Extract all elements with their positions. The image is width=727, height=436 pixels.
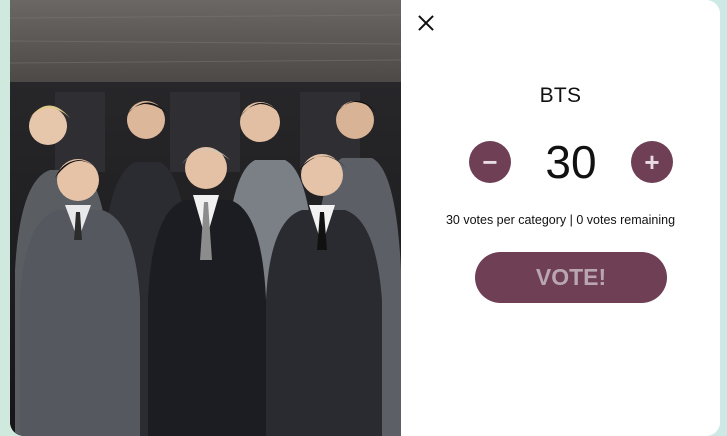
group-photo (10, 0, 401, 436)
vote-button[interactable]: VOTE! (475, 252, 667, 303)
decrement-button[interactable]: − (469, 141, 511, 183)
increment-button[interactable]: + (631, 141, 673, 183)
votes-info: 30 votes per category | 0 votes remainin… (445, 213, 676, 227)
group-name: BTS (539, 84, 582, 107)
vote-panel: BTS − 30 + 30 votes per category | 0 vot… (401, 0, 720, 436)
vote-modal: BTS − 30 + 30 votes per category | 0 vot… (10, 0, 720, 436)
close-icon[interactable] (415, 12, 437, 34)
vote-count: 30 (545, 136, 597, 188)
